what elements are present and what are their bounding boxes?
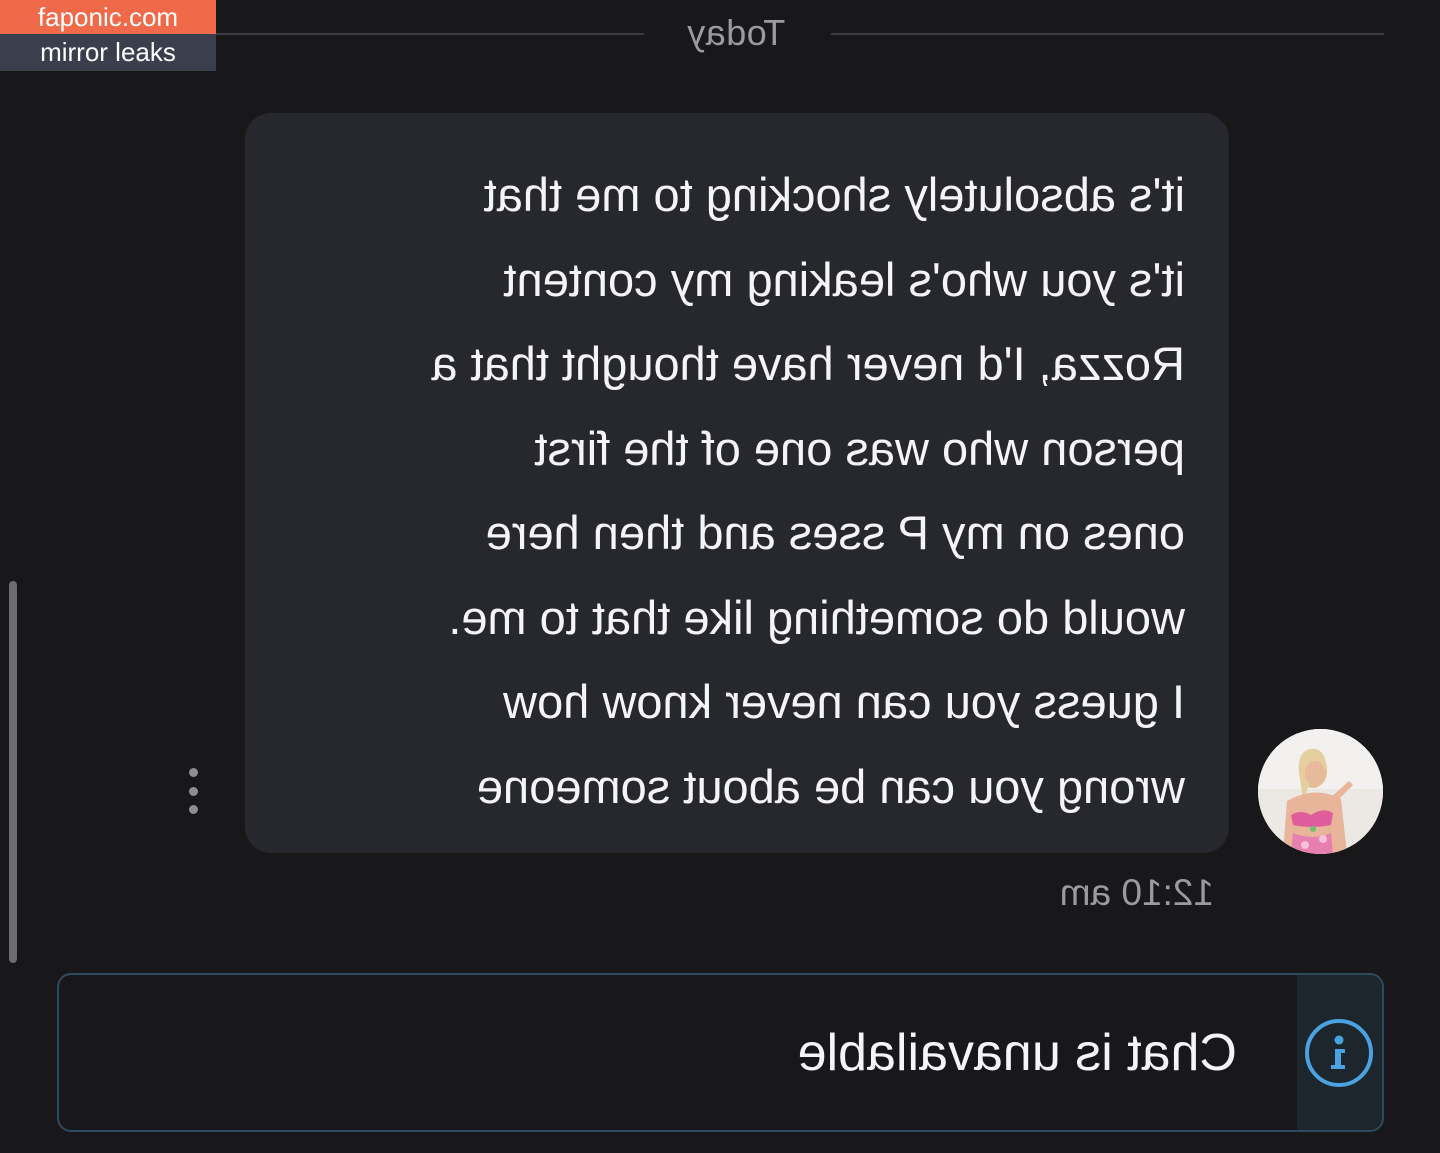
date-divider-label: Today <box>686 12 786 53</box>
more-dot <box>189 786 199 796</box>
more-options-icon[interactable] <box>180 768 208 814</box>
date-divider-line-right <box>211 33 644 35</box>
chat-unavailable-text: Chat is unavailable <box>797 1023 1237 1082</box>
chat-unavailable-bar: Chat is unavailable <box>57 973 1384 1132</box>
info-icon-cell <box>1297 975 1382 1130</box>
watermark: faponic.com mirror leaks <box>0 0 216 71</box>
avatar[interactable] <box>1258 729 1383 854</box>
watermark-site: faponic.com <box>0 0 216 34</box>
more-dot <box>189 805 199 814</box>
watermark-tagline: mirror leaks <box>0 34 216 71</box>
info-icon[interactable] <box>1304 1017 1376 1089</box>
user-avatar-photo-icon <box>1258 729 1383 854</box>
message-text: it's absolutely shocking to me that it's… <box>431 168 1185 813</box>
message-timestamp: 12:10 am <box>1059 872 1214 913</box>
chat-screen: faponic.com mirror leaks Today it's abso… <box>0 0 1440 1153</box>
more-dot <box>189 768 199 777</box>
date-divider-line-left <box>831 33 1384 35</box>
message-bubble[interactable]: it's absolutely shocking to me that it's… <box>245 113 1229 853</box>
scrollbar[interactable] <box>9 581 17 963</box>
mirrored-content: Today it's absolutely shocking to me tha… <box>0 0 1440 1153</box>
